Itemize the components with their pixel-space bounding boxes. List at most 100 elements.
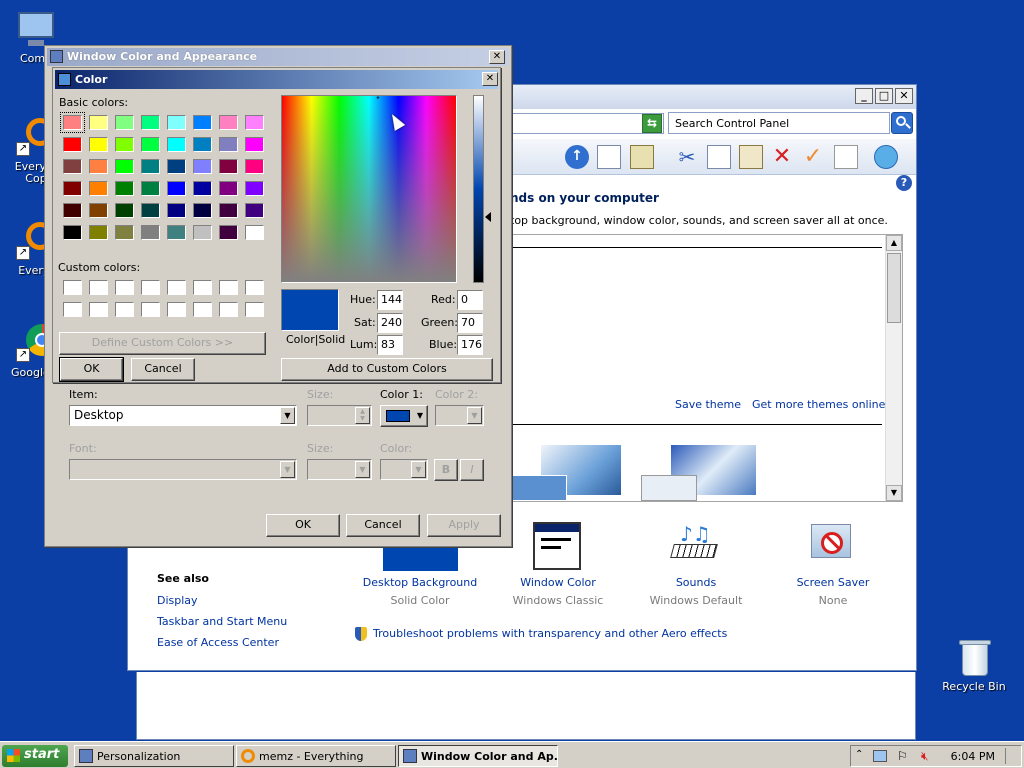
basic-color-swatch[interactable] [115,181,134,196]
luminosity-arrow-icon[interactable] [485,212,491,222]
basic-color-swatch[interactable] [89,137,108,152]
color1-button[interactable]: ▼ [380,405,428,427]
views-icon[interactable] [630,145,654,169]
refresh-button[interactable]: ⇆ [642,114,662,133]
color-ok-button[interactable]: OK [59,357,124,382]
basic-color-swatch[interactable] [141,137,160,152]
basic-color-swatch[interactable] [167,159,186,174]
basic-color-swatch[interactable] [167,181,186,196]
troubleshoot-link[interactable]: Troubleshoot problems with transparency … [373,627,727,640]
basic-color-swatch[interactable] [63,159,82,174]
ease-of-access-link[interactable]: Ease of Access Center [157,636,279,649]
window-color-icon[interactable] [533,522,581,570]
ok-button[interactable]: OK [266,514,340,537]
basic-color-swatch[interactable] [219,137,238,152]
network-icon[interactable] [873,750,887,762]
basic-color-swatch[interactable] [219,203,238,218]
theme-thumbnail[interactable] [511,445,631,501]
basic-color-swatch[interactable] [115,203,134,218]
taskbar-start-menu-link[interactable]: Taskbar and Start Menu [157,615,287,628]
custom-color-swatch[interactable] [89,280,108,295]
basic-color-swatch[interactable] [60,112,85,133]
chevron-down-icon[interactable]: ▼ [280,461,295,478]
basic-color-swatch[interactable] [89,181,108,196]
custom-color-swatch[interactable] [63,302,82,317]
basic-color-swatch[interactable] [115,137,134,152]
basic-color-swatch[interactable] [63,225,82,240]
chevron-down-icon[interactable]: ▼ [355,461,370,478]
start-button[interactable]: start [2,745,68,767]
spin-icon[interactable]: ▲ ▼ [355,407,370,424]
maximize-button[interactable]: □ [875,88,893,104]
properties-icon[interactable] [834,145,858,169]
size-stepper[interactable]: ▲ ▼ [307,405,372,426]
font-color-button[interactable]: ▼ [380,459,428,480]
screen-saver-item[interactable]: Screen Saver None [773,576,893,607]
hue-field[interactable]: 144 [377,290,403,310]
green-field[interactable]: 70 [457,313,483,333]
save-theme-link[interactable]: Save theme [675,398,741,411]
screen-saver-icon[interactable] [809,522,857,568]
color-spectrum[interactable] [281,95,457,283]
task-personalization[interactable]: Personalization [74,745,234,767]
basic-color-swatch[interactable] [167,203,186,218]
apply-button[interactable]: Apply [427,514,501,537]
basic-color-swatch[interactable] [115,225,134,240]
sounds-item[interactable]: Sounds Windows Default [636,576,756,607]
delete-icon[interactable]: ✕ [770,145,794,169]
basic-color-swatch[interactable] [219,159,238,174]
basic-color-swatch[interactable] [115,115,134,130]
basic-color-swatch[interactable] [245,225,264,240]
custom-color-swatch[interactable] [245,280,264,295]
task-everything[interactable]: memz - Everything [236,745,396,767]
sat-field[interactable]: 240 [377,313,403,333]
basic-color-swatch[interactable] [245,115,264,130]
up-arrow-icon[interactable]: ↑ [565,145,589,169]
cut-icon[interactable]: ✂ [675,145,699,169]
desktop-background-title[interactable]: Desktop Background [360,576,480,589]
close-button[interactable]: ✕ [895,88,913,104]
search-input[interactable]: Search Control Panel [668,112,890,134]
appearance-icon[interactable] [874,145,898,169]
basic-color-swatch[interactable] [245,203,264,218]
basic-color-swatch[interactable] [245,137,264,152]
custom-color-swatch[interactable] [115,280,134,295]
custom-color-swatch[interactable] [167,280,186,295]
blue-field[interactable]: 176 [457,335,483,355]
custom-color-swatch[interactable] [63,280,82,295]
desktop-icon-recycle-bin[interactable]: Recycle Bin [942,638,1006,693]
task-window-color[interactable]: Window Color and Ap... [398,745,558,767]
scroll-down-button[interactable]: ▼ [886,485,902,501]
basic-color-swatch[interactable] [141,115,160,130]
window-color-item[interactable]: Window Color Windows Classic [498,576,618,607]
basic-color-swatch[interactable] [115,159,134,174]
window-color-title[interactable]: Window Color [498,576,618,589]
flag-icon[interactable]: ⚐ [897,749,908,763]
item-select[interactable]: Desktop ▼ [69,405,297,426]
volume-muted-icon[interactable]: 🔇︎ [921,749,929,764]
italic-button[interactable]: I [460,459,484,481]
basic-color-swatch[interactable] [193,137,212,152]
help-icon[interactable]: ? [896,175,912,191]
theme-thumbnail[interactable] [641,445,761,501]
custom-color-swatch[interactable] [193,302,212,317]
basic-color-swatch[interactable] [167,115,186,130]
basic-color-swatch[interactable] [219,181,238,196]
sounds-icon[interactable]: ♪♫ [670,522,722,568]
custom-color-swatch[interactable] [167,302,186,317]
basic-color-swatch[interactable] [167,137,186,152]
basic-color-swatch[interactable] [193,159,212,174]
basic-color-swatch[interactable] [219,225,238,240]
show-desktop-button[interactable] [1005,748,1019,764]
scroll-thumb[interactable] [887,253,901,323]
basic-color-swatch[interactable] [89,159,108,174]
basic-color-swatch[interactable] [167,225,186,240]
lum-field[interactable]: 83 [377,335,403,355]
luminosity-bar[interactable] [473,95,484,283]
chevron-down-icon[interactable]: ▼ [467,407,482,424]
basic-color-swatch[interactable] [193,115,212,130]
basic-color-swatch[interactable] [63,203,82,218]
basic-color-swatch[interactable] [89,203,108,218]
scroll-up-button[interactable]: ▲ [886,235,902,251]
minimize-button[interactable]: _ [855,88,873,104]
